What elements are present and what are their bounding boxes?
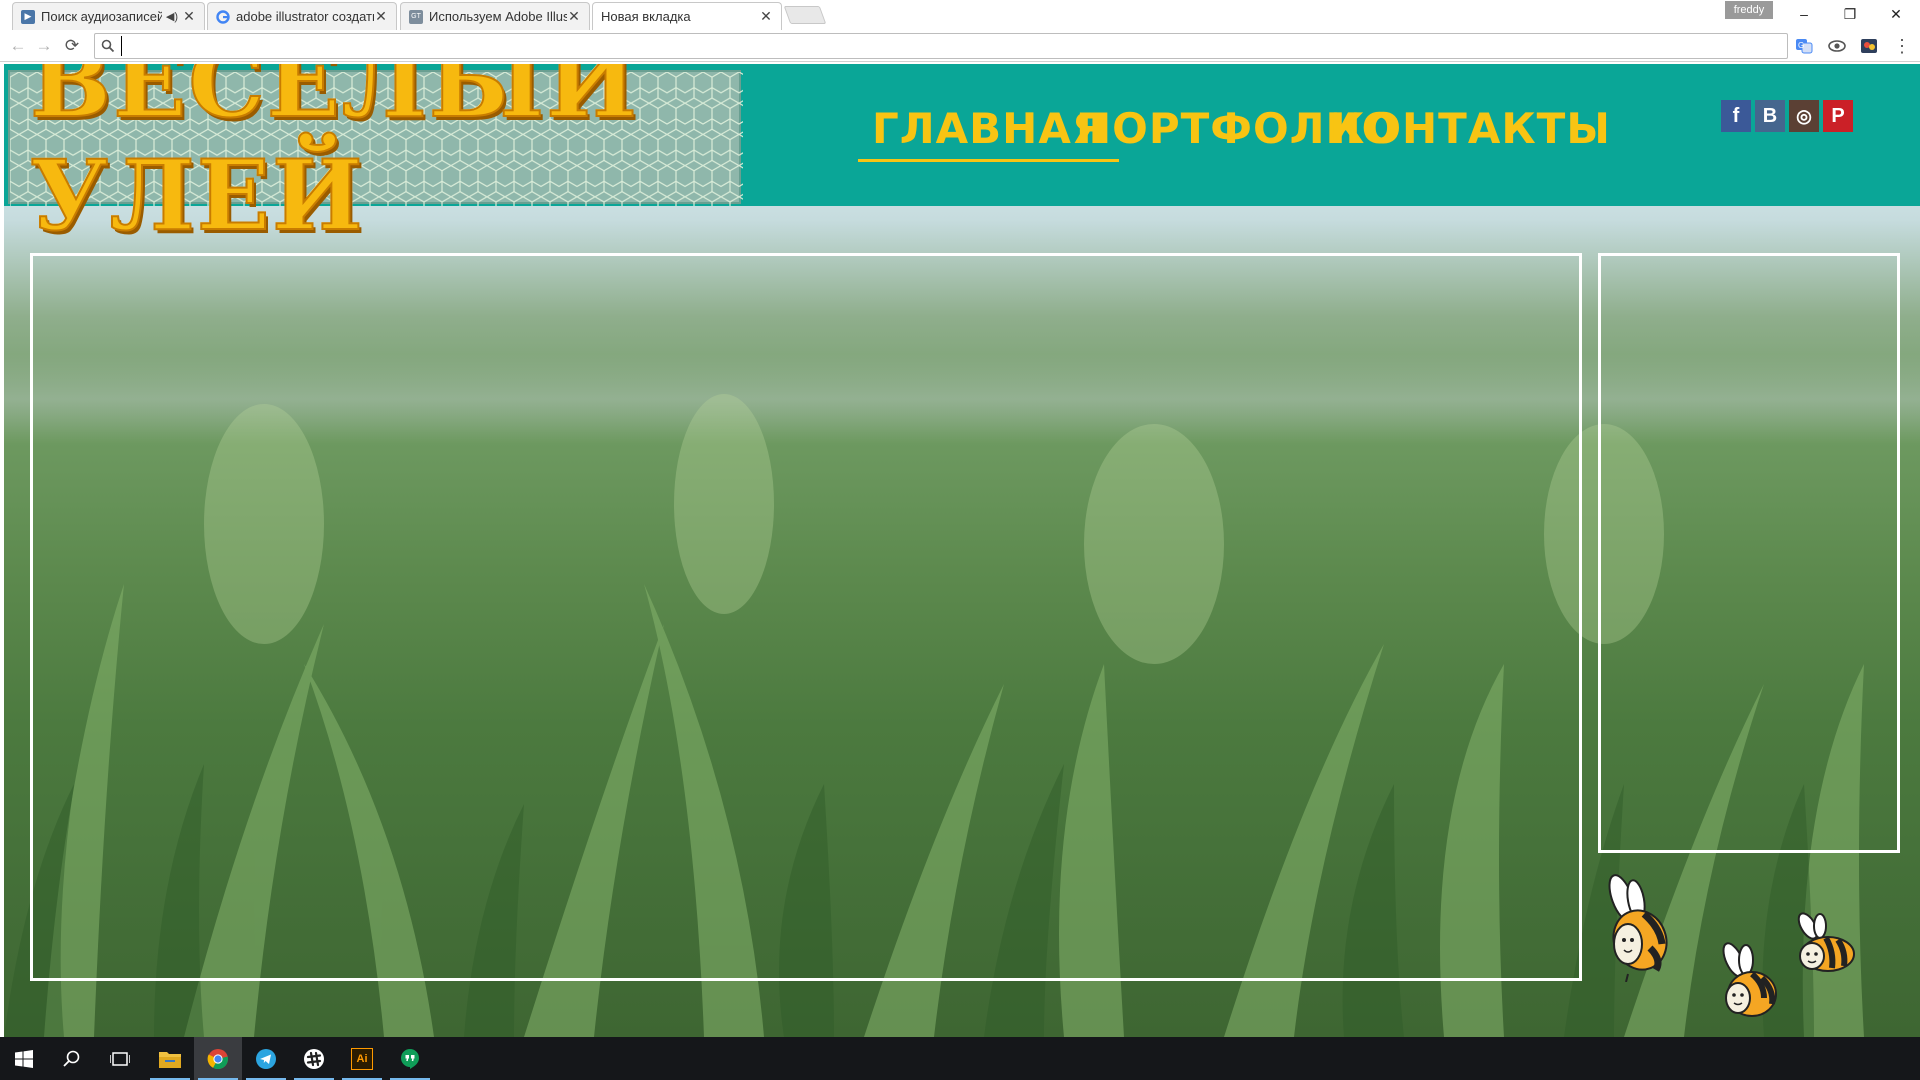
- start-button[interactable]: [0, 1037, 48, 1080]
- bee-icon: [1797, 912, 1855, 972]
- vkontakte-icon[interactable]: B: [1755, 100, 1785, 132]
- illustrator-taskbar-button[interactable]: Ai: [338, 1037, 386, 1080]
- tab-audio-search[interactable]: ▶ Поиск аудиозаписей ◀) ✕: [12, 2, 205, 30]
- close-tab-icon[interactable]: ✕: [567, 8, 581, 25]
- photo-extension-icon[interactable]: [1860, 37, 1878, 55]
- tab-title: adobe illustrator создать: [236, 9, 374, 24]
- facebook-icon[interactable]: f: [1721, 100, 1751, 132]
- svg-text:G: G: [1798, 41, 1804, 50]
- close-tab-icon[interactable]: ✕: [759, 8, 773, 25]
- close-tab-icon[interactable]: ✕: [374, 8, 388, 25]
- task-view-icon: [110, 1051, 130, 1066]
- tab-illustrator-article[interactable]: GT Используем Adobe Illustr ✕: [400, 2, 590, 30]
- folder-icon: [159, 1051, 181, 1068]
- chrome-taskbar-button[interactable]: [194, 1037, 242, 1080]
- restore-button[interactable]: ❐: [1827, 2, 1873, 26]
- close-window-button[interactable]: ✕: [1873, 2, 1919, 26]
- bee-icon: [1722, 942, 1777, 1017]
- close-tab-icon[interactable]: ✕: [182, 8, 196, 25]
- hangouts-icon: [401, 1048, 419, 1069]
- nav-home[interactable]: ГЛАВНАЯ: [857, 104, 1120, 162]
- tab-new-tab[interactable]: Новая вкладка ✕: [592, 2, 782, 30]
- chrome-icon: [207, 1048, 229, 1069]
- new-tab-button[interactable]: [783, 6, 827, 24]
- search-icon: [101, 39, 115, 53]
- web-page: ВЕСЕЛЫЙ УЛЕЙ ГЛАВНАЯ ПОРТФОЛИО КОНТАКТЫ …: [4, 64, 1920, 1037]
- windows-taskbar: Ai: [0, 1037, 1920, 1080]
- site-icon: GT: [409, 9, 423, 24]
- task-view-button[interactable]: [96, 1037, 144, 1080]
- bee-icon: [1608, 874, 1668, 982]
- eye-extension-icon[interactable]: [1828, 37, 1846, 55]
- pinterest-icon[interactable]: P: [1823, 100, 1853, 132]
- tab-strip: ▶ Поиск аудиозаписей ◀) ✕ adobe illustra…: [0, 0, 1920, 30]
- logo-text: ВЕСЕЛЫЙ УЛЕЙ: [29, 64, 639, 253]
- back-button[interactable]: ←: [6, 34, 30, 58]
- main-content-frame: [30, 253, 1582, 981]
- file-explorer-button[interactable]: [146, 1037, 194, 1080]
- translate-extension-icon[interactable]: G: [1795, 37, 1813, 55]
- forward-button[interactable]: →: [32, 34, 56, 58]
- nav-contacts[interactable]: КОНТАКТЫ: [1330, 104, 1611, 156]
- hangouts-taskbar-button[interactable]: [386, 1037, 434, 1080]
- vk-audio-icon: ▶: [21, 9, 35, 24]
- tab-title: Поиск аудиозаписей: [41, 9, 162, 24]
- reload-button[interactable]: ⟳: [60, 34, 84, 58]
- slack-taskbar-button[interactable]: [290, 1037, 338, 1080]
- search-icon: [63, 1050, 80, 1067]
- address-bar[interactable]: [94, 33, 1788, 59]
- minimize-button[interactable]: –: [1781, 2, 1827, 26]
- site-logo[interactable]: ВЕСЕЛЫЙ УЛЕЙ: [8, 64, 743, 253]
- sidebar-frame: [1598, 253, 1900, 853]
- site-header: ВЕСЕЛЫЙ УЛЕЙ ГЛАВНАЯ ПОРТФОЛИО КОНТАКТЫ …: [4, 64, 1920, 253]
- browser-toolbar: ← → ⟳ G ⋮: [0, 30, 1920, 62]
- google-icon: [216, 9, 230, 24]
- slack-icon: [304, 1048, 324, 1069]
- chrome-menu-button[interactable]: ⋮: [1890, 34, 1914, 58]
- tab-google-search[interactable]: adobe illustrator создать ✕: [207, 2, 397, 30]
- tab-title: Новая вкладка: [601, 9, 691, 24]
- windows-icon: [15, 1049, 33, 1068]
- telegram-icon: [256, 1048, 276, 1069]
- illustrator-icon: Ai: [351, 1047, 373, 1070]
- speaker-icon[interactable]: ◀): [166, 10, 178, 23]
- telegram-taskbar-button[interactable]: [242, 1037, 290, 1080]
- tab-title: Используем Adobe Illustr: [429, 9, 567, 24]
- profile-button[interactable]: freddy: [1725, 1, 1773, 19]
- taskbar-search-button[interactable]: [48, 1037, 96, 1080]
- address-input[interactable]: [121, 36, 1781, 56]
- instagram-icon[interactable]: ◎: [1789, 100, 1819, 132]
